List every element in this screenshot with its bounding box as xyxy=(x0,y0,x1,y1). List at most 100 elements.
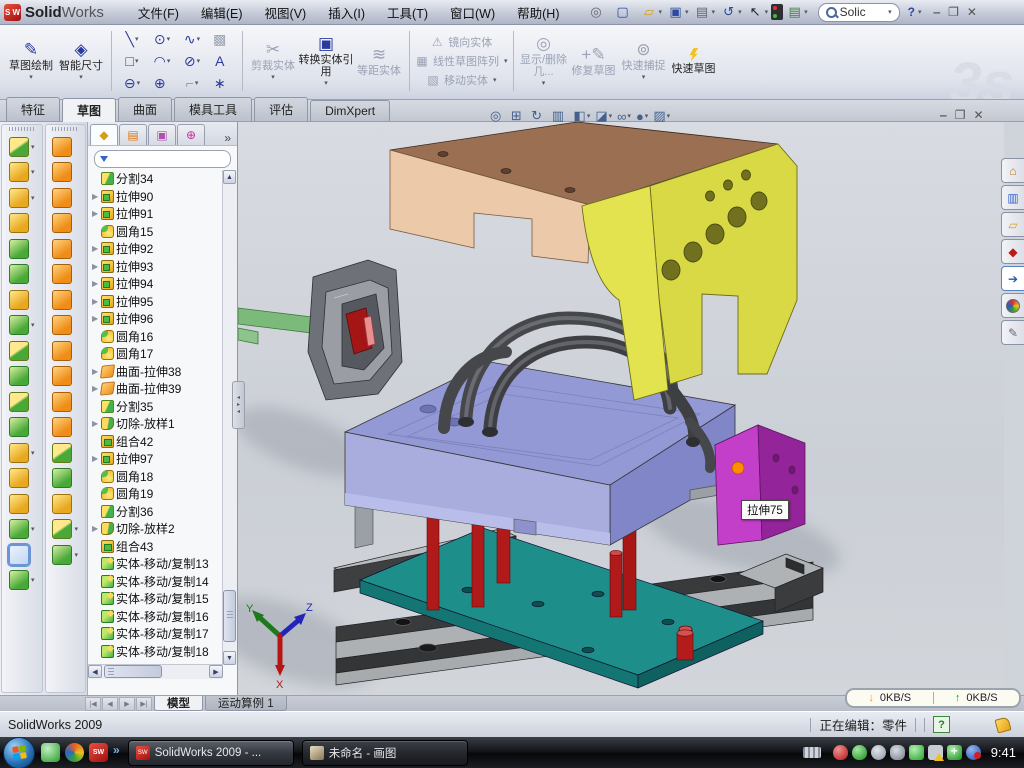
swept-surface-icon[interactable]: ▾ xyxy=(52,137,78,157)
file-explorer-tab[interactable]: ▱ xyxy=(1001,212,1024,237)
tab-evaluate[interactable]: 评估 xyxy=(254,97,308,121)
configurationmanager-tab[interactable]: ▣ xyxy=(148,124,176,145)
feature-tree-item[interactable]: ▶ 实体-移动/复制14 xyxy=(92,573,224,591)
reference-plane-icon[interactable]: ▾ xyxy=(9,468,35,488)
messenger-tray-icon[interactable] xyxy=(909,745,924,760)
feature-tree-item[interactable]: ▶ 圆角16 xyxy=(92,328,224,346)
loft-icon[interactable]: ▾ xyxy=(9,213,35,233)
taskbar-paint-window[interactable]: 未命名 - 画图 xyxy=(302,740,468,766)
extruded-boss-icon[interactable]: ▾ xyxy=(9,137,35,157)
reference-geometry-icon[interactable]: ▾ xyxy=(9,443,35,463)
line-tool-icon[interactable]: ╲▾ xyxy=(117,31,147,48)
feature-tree-item[interactable]: ▶ 拉伸93 xyxy=(92,258,224,276)
feature-tree-item[interactable]: ▶ 切除-放样1 xyxy=(92,415,224,433)
move-entities-button[interactable]: ▧ 移动实体▾ xyxy=(426,72,497,88)
rebuild-icon[interactable]: ▾ xyxy=(771,4,783,20)
open-file-icon[interactable]: ▱▾ xyxy=(639,3,665,21)
split-icon[interactable]: ▾ xyxy=(9,341,35,361)
menu-window[interactable]: 窗口(W) xyxy=(440,0,505,25)
network-warning-tray-icon[interactable] xyxy=(928,745,943,760)
sync-blocked-tray-icon[interactable] xyxy=(966,745,981,760)
solidworks-resources-tab[interactable]: ◆ xyxy=(1001,239,1024,264)
feature-tree-item[interactable]: ▶ 拉伸90 xyxy=(92,188,224,206)
feature-tree-item[interactable]: ▶ 拉伸91 xyxy=(92,205,224,223)
sketch-button[interactable]: ✎ 草图绘制▾ xyxy=(6,40,56,82)
feature-tree-item[interactable]: ▶ 组合42 xyxy=(92,433,224,451)
section-view-icon[interactable]: ▥▾ xyxy=(552,108,569,124)
revolve-icon[interactable]: ▾ xyxy=(9,239,35,259)
feature-tree-item[interactable]: ▶ 分割35 xyxy=(92,398,224,416)
lofted-surface-icon[interactable]: ▾ xyxy=(52,213,78,233)
quicklaunch-messenger-icon[interactable] xyxy=(41,743,60,762)
view-orientation-icon[interactable]: ◧▾ xyxy=(574,108,591,124)
quick-snaps-button[interactable]: ⊚ 快速捕捉▾ xyxy=(619,40,669,82)
cut-with-surface-icon[interactable]: ▾ xyxy=(52,392,78,412)
status-help-icon[interactable]: ? xyxy=(933,716,950,733)
scroll-thumb[interactable] xyxy=(223,590,236,642)
toolbar-grip[interactable] xyxy=(9,127,35,131)
shell-icon[interactable]: ▾ xyxy=(9,264,35,284)
restore-button[interactable]: ❐ xyxy=(948,5,959,19)
ellipse-tool-icon[interactable]: ⊘▾ xyxy=(177,53,207,70)
trim-entities-button[interactable]: ✂ 剪裁实体▾ xyxy=(248,40,298,82)
search-caret-icon[interactable]: ▾ xyxy=(888,8,892,16)
custom-properties-tab[interactable]: ✎ xyxy=(1001,320,1024,345)
design-library-tab[interactable]: ▥ xyxy=(1001,185,1024,210)
close-button[interactable]: ✕ xyxy=(967,5,977,19)
hide-show-items-icon[interactable]: ∞▾ xyxy=(617,109,631,124)
help-button[interactable]: ? xyxy=(908,5,915,19)
feature-tree-item[interactable]: ▶ 分割36 xyxy=(92,503,224,521)
feature-tree-item[interactable]: ▶ 组合43 xyxy=(92,538,224,556)
print-icon[interactable]: ▤▾ xyxy=(692,3,718,21)
smart-dimension-button[interactable]: ◈ 智能尺寸▾ xyxy=(56,40,106,82)
feature-tree-item[interactable]: ▶ 拉伸95 xyxy=(92,293,224,311)
pattern-icon[interactable]: ▾ xyxy=(9,315,35,335)
options-icon[interactable]: ▤▾ xyxy=(784,3,810,21)
taskbar-solidworks-window[interactable]: SW SolidWorks 2009 - ... xyxy=(128,740,294,766)
feature-tree-item[interactable]: ▶ 圆角18 xyxy=(92,468,224,486)
featuremanager-tab[interactable]: ◆ xyxy=(90,124,118,145)
combine-icon[interactable]: ▾ xyxy=(9,392,35,412)
graphics-viewport[interactable]: Y Z X xyxy=(238,122,1004,695)
feature-tree-item[interactable]: ▶ 圆角15 xyxy=(92,223,224,241)
scroll-down-button[interactable]: ▼ xyxy=(223,651,236,665)
network-speed-widget[interactable]: ↓0KB/S ↑0KB/S xyxy=(845,688,1021,708)
menu-view[interactable]: 视图(V) xyxy=(255,0,317,25)
feature-tree-item[interactable]: ▶ 拉伸97 xyxy=(92,450,224,468)
propertymanager-tab[interactable]: ▤ xyxy=(119,124,147,145)
quicklaunch-solidworks-icon[interactable]: SW xyxy=(89,743,108,762)
feature-tree-item[interactable]: ▶ 圆角17 xyxy=(92,345,224,363)
curve-icon[interactable]: ▾ xyxy=(9,519,35,539)
rapid-sketch-button[interactable]: 快速草图 xyxy=(669,47,719,76)
instant3d-icon[interactable]: ▾ xyxy=(9,545,35,565)
surface-reference-icon[interactable]: ▾ xyxy=(52,519,78,539)
offset-surface-icon[interactable]: ▾ xyxy=(52,264,78,284)
toolbar-grip[interactable] xyxy=(52,127,78,131)
tab-surfaces[interactable]: 曲面 xyxy=(118,97,172,121)
polygon-tool-icon[interactable]: ⊕▾ xyxy=(147,75,177,92)
feature-tree-item[interactable]: ▶ 分割34 xyxy=(92,170,224,188)
scroll-left-button[interactable]: ◀ xyxy=(88,665,102,678)
repair-sketch-button[interactable]: +✎ 修复草图 xyxy=(569,45,619,78)
input-method-keyboard-icon[interactable] xyxy=(803,747,821,758)
delete-face-icon[interactable]: ▾ xyxy=(52,341,78,361)
tab-dimxpert[interactable]: DimXpert xyxy=(310,100,390,121)
volume-tray-icon[interactable] xyxy=(890,745,905,760)
search-box[interactable]: Solic ▾ xyxy=(818,3,900,22)
split-body-icon[interactable]: ▾ xyxy=(9,366,35,386)
quicklaunch-chevron-icon[interactable]: » xyxy=(113,743,120,757)
taskbar-clock[interactable]: 9:41 xyxy=(991,745,1016,760)
doc-minimize-button[interactable]: ‒ xyxy=(940,108,947,122)
feature-tree-item[interactable]: ▶ 实体-移动/复制16 xyxy=(92,608,224,626)
appearances-icon[interactable]: ●▾ xyxy=(636,109,648,124)
side-core-block[interactable] xyxy=(715,425,805,545)
feature-tree-item[interactable]: ▶ 实体-移动/复制15 xyxy=(92,590,224,608)
tree-horizontal-scrollbar[interactable]: ◀ ▶ xyxy=(88,664,223,679)
tab-mold-tools[interactable]: 模具工具 xyxy=(174,97,252,121)
menu-file[interactable]: 文件(F) xyxy=(128,0,189,25)
tree-filter-input[interactable] xyxy=(94,150,231,168)
zoom-area-icon[interactable]: ⊞▾ xyxy=(511,108,526,124)
mirror-entities-button[interactable]: ⚠ 镜向实体 xyxy=(430,34,492,50)
trim-surface-icon[interactable]: ▾ xyxy=(52,443,78,463)
spline-tool-icon[interactable]: ∿▾ xyxy=(177,31,207,48)
